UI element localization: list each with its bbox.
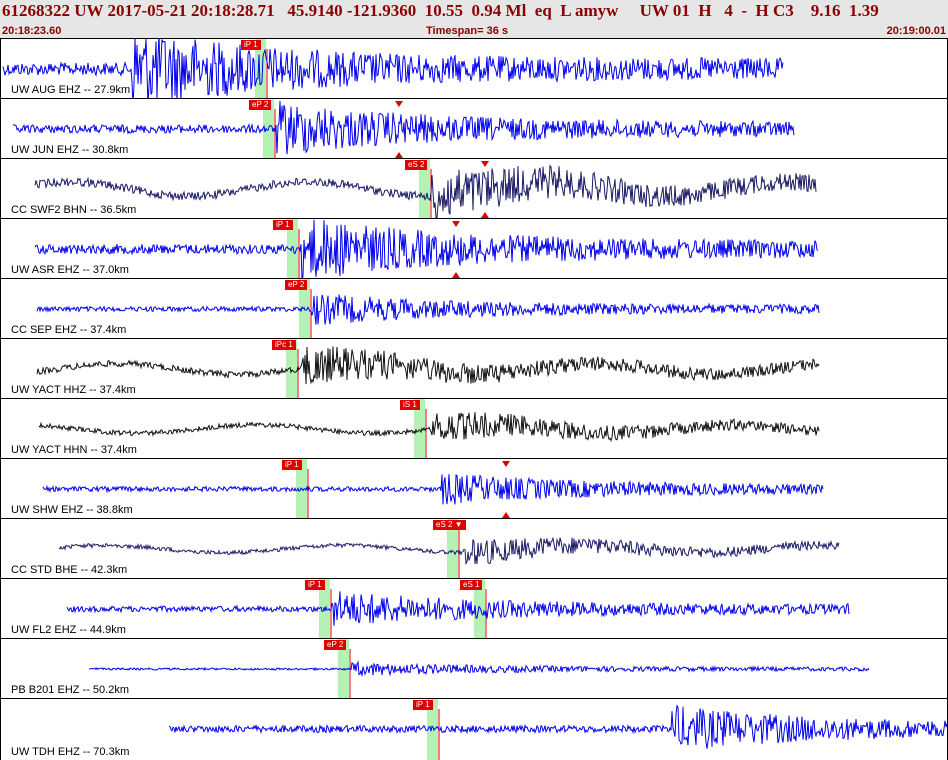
station-label: CC STD BHE -- 42.3km xyxy=(11,564,128,576)
waveform-panel[interactable]: eS 2 ▼ CC STD BHE -- 42.3km xyxy=(0,518,948,579)
station-label: UW SHW EHZ -- 38.8km xyxy=(11,504,133,516)
station-label: PB B201 EHZ -- 50.2km xyxy=(11,684,129,696)
station-label: UW JUN EHZ -- 30.8km xyxy=(11,144,129,156)
phase-pick-label[interactable]: iPc 1 xyxy=(272,340,296,350)
time-end-label: 20:19:00.01 xyxy=(886,25,946,37)
station-label: UW TDH EHZ -- 70.3km xyxy=(11,746,130,758)
waveform-trace xyxy=(34,219,819,279)
phase-pick-label[interactable]: eP 2 xyxy=(249,100,272,110)
phase-pick-label[interactable]: iS 1 xyxy=(400,400,420,410)
time-start-label: 20:18:23.60 xyxy=(2,25,62,37)
waveform-trace-canvas xyxy=(168,699,947,760)
phase-pick-label[interactable]: eS 2 xyxy=(405,160,428,170)
amplitude-marker-top xyxy=(452,221,460,227)
waveform-panel[interactable]: iP 1 UW ASR EHZ -- 37.0km xyxy=(0,218,948,279)
station-label: CC SEP EHZ -- 37.4km xyxy=(11,324,127,336)
waveform-panel[interactable]: eP 2 UW JUN EHZ -- 30.8km xyxy=(0,98,948,159)
waveform-trace xyxy=(168,704,947,749)
station-label: CC SWF2 BHN -- 36.5km xyxy=(11,204,137,216)
phase-pick-label[interactable]: eS 2 ▼ xyxy=(433,520,466,530)
waveform-panels: iP 1 UW AUG EHZ -- 27.9km eP 2 UW JUN EHZ -… xyxy=(0,38,948,760)
waveform-trace xyxy=(88,660,870,677)
waveform-panel[interactable]: eS 2 CC SWF2 BHN -- 36.5km xyxy=(0,158,948,219)
phase-pick-label[interactable]: iP 1 xyxy=(413,700,433,710)
event-title: 61268322 UW 2017-05-21 20:18:28.71 45.91… xyxy=(2,1,879,20)
waveform-trace-canvas xyxy=(88,639,870,699)
waveform-panel[interactable]: iPc 1 UW YACT HHZ -- 37.4km xyxy=(0,338,948,399)
waveform-panel[interactable]: iP 1 UW SHW EHZ -- 38.8km xyxy=(0,458,948,519)
station-label: UW ASR EHZ -- 37.0km xyxy=(11,264,129,276)
waveform-trace xyxy=(38,412,820,442)
phase-pick-label[interactable]: iP 1 xyxy=(282,460,302,470)
station-label: UW FL2 EHZ -- 44.9km xyxy=(11,624,126,636)
event-header: 61268322 UW 2017-05-21 20:18:28.71 45.91… xyxy=(0,0,948,39)
waveform-panel[interactable]: eP 2 CC SEP EHZ -- 37.4km xyxy=(0,278,948,339)
waveform-trace-canvas xyxy=(34,159,817,219)
waveform-trace-canvas xyxy=(34,219,819,279)
waveform-trace-canvas xyxy=(12,99,795,159)
waveform-trace xyxy=(42,474,824,505)
amplitude-marker-top xyxy=(481,161,489,167)
amplitude-marker-top xyxy=(502,461,510,467)
phase-pick-label[interactable]: iP 1 xyxy=(305,580,325,590)
waveform-panel[interactable]: iP 1 eS 1 UW FL2 EHZ -- 44.9km xyxy=(0,578,948,639)
seismogram-viewer: 61268322 UW 2017-05-21 20:18:28.71 45.91… xyxy=(0,0,948,760)
waveform-trace-canvas xyxy=(36,279,820,339)
waveform-panel[interactable]: eP 2 PB B201 EHZ -- 50.2km xyxy=(0,638,948,699)
phase-pick-label[interactable]: iP 1 xyxy=(273,220,293,230)
waveform-trace xyxy=(36,346,820,385)
phase-pick-label[interactable]: eP 2 xyxy=(285,280,308,290)
station-label: UW YACT HHZ -- 37.4km xyxy=(11,384,136,396)
phase-pick-label[interactable]: iP 1 xyxy=(241,40,261,50)
waveform-panel[interactable]: iS 1 UW YACT HHN -- 37.4km xyxy=(0,398,948,459)
amplitude-marker-top xyxy=(395,101,403,107)
waveform-panel[interactable]: iP 1 UW AUG EHZ -- 27.9km xyxy=(0,38,948,99)
waveform-trace-canvas xyxy=(36,339,820,399)
waveform-trace-canvas xyxy=(58,519,840,579)
waveform-trace xyxy=(36,294,820,325)
waveform-trace-canvas xyxy=(38,399,820,459)
waveform-trace-canvas xyxy=(2,39,784,99)
waveform-trace xyxy=(12,100,795,155)
phase-pick-label[interactable]: eS 1 xyxy=(460,580,483,590)
waveform-trace-canvas xyxy=(42,459,824,519)
waveform-trace xyxy=(66,591,850,626)
phase-pick-label[interactable]: eP 2 xyxy=(324,640,347,650)
station-label: UW YACT HHN -- 37.4km xyxy=(11,444,137,456)
waveform-panel[interactable]: iP 1 UW TDH EHZ -- 70.3km xyxy=(0,698,948,760)
station-label: UW AUG EHZ -- 27.9km xyxy=(11,84,131,96)
timespan-label: Timespan= 36 s xyxy=(426,25,509,37)
